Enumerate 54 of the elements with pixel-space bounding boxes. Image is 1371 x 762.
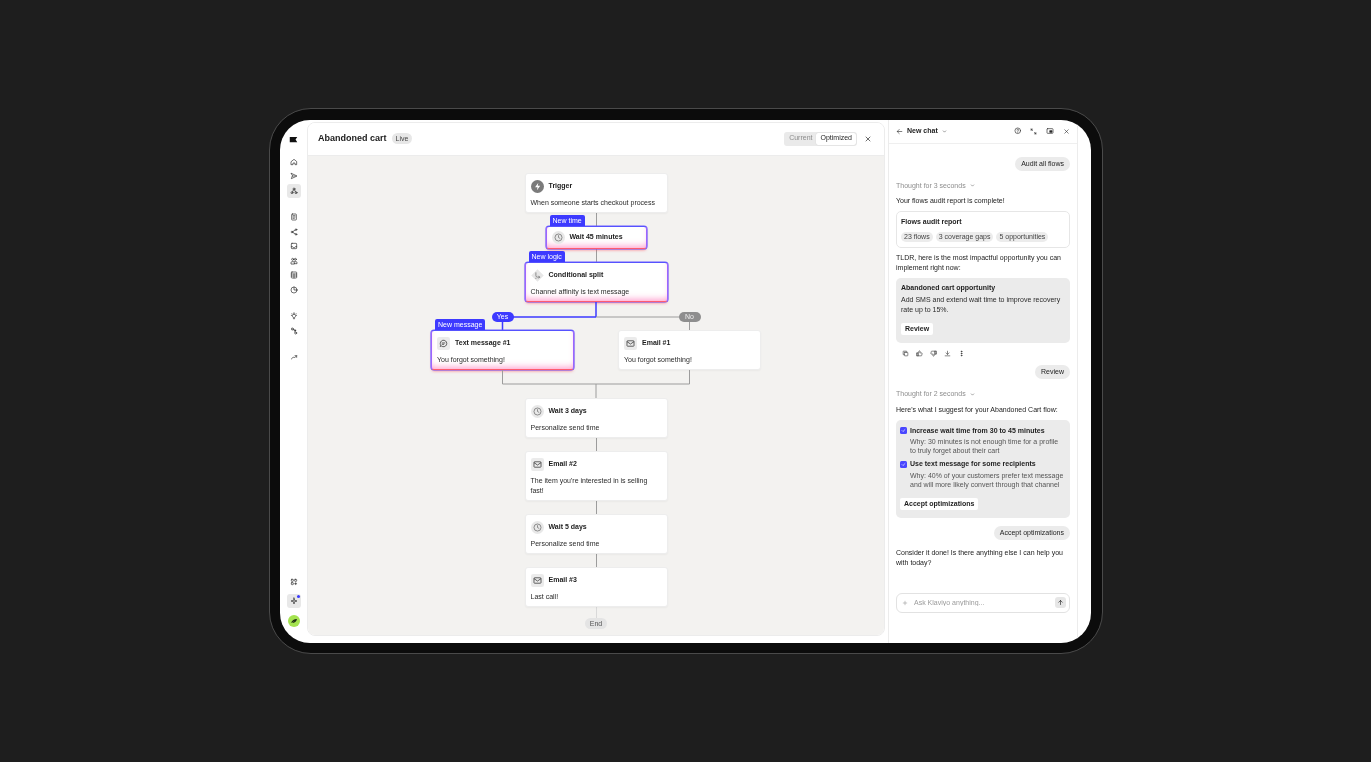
checkbox[interactable] — [900, 460, 907, 468]
share-icon — [289, 227, 298, 236]
envelope-icon — [530, 457, 544, 471]
lightning-icon — [530, 179, 544, 193]
arrow-up-icon — [1057, 599, 1064, 606]
flow-title: Abandoned cart — [318, 131, 387, 145]
clock-icon — [551, 230, 565, 244]
envelope-icon — [530, 573, 544, 587]
clock-icon — [530, 404, 544, 418]
document-icon — [289, 213, 298, 221]
connector-line — [595, 553, 597, 567]
flow-icon — [289, 186, 298, 195]
download-icon[interactable] — [944, 350, 951, 357]
inbox-icon — [289, 242, 298, 250]
people-icon — [289, 256, 298, 265]
close-icon[interactable] — [1063, 127, 1070, 135]
avatar-icon[interactable] — [287, 614, 300, 627]
home-icon — [289, 157, 298, 166]
nav-item[interactable] — [286, 593, 301, 608]
connector-line — [595, 500, 597, 514]
thumbs-down-icon[interactable] — [930, 350, 937, 357]
route-icon — [289, 326, 298, 335]
check-icon — [901, 461, 906, 467]
trend-up-icon — [289, 353, 298, 361]
connector-line — [595, 248, 597, 262]
sparkle-icon — [289, 596, 298, 605]
thumbs-up-icon[interactable] — [916, 350, 923, 357]
lightbulb-icon — [289, 312, 298, 320]
window-icon[interactable] — [1046, 127, 1054, 135]
more-icon[interactable] — [958, 350, 965, 357]
nav-item[interactable] — [286, 183, 301, 198]
flag-icon — [289, 135, 298, 144]
expand-icon[interactable] — [1030, 127, 1037, 135]
connector-line — [595, 437, 597, 451]
check-icon — [901, 428, 906, 434]
checkbox[interactable] — [900, 427, 907, 435]
copy-icon[interactable] — [902, 350, 909, 357]
connector-line — [595, 300, 597, 318]
apps-icon — [289, 577, 298, 586]
back-arrow-icon[interactable] — [896, 127, 903, 135]
chat-bubble-icon — [437, 336, 450, 350]
chevron-down-icon — [969, 391, 975, 397]
pie-chart-icon — [289, 285, 298, 294]
connector-line — [595, 212, 597, 226]
chevron-down-icon — [969, 183, 975, 189]
envelope-icon — [624, 336, 637, 350]
close-icon[interactable] — [864, 134, 872, 143]
help-icon[interactable] — [1013, 127, 1021, 135]
send-icon — [289, 172, 298, 180]
send-button[interactable] — [1055, 597, 1066, 608]
clock-icon — [530, 520, 544, 534]
split-icon — [530, 268, 544, 282]
table-icon — [289, 271, 298, 279]
chevron-down-icon — [941, 128, 947, 134]
